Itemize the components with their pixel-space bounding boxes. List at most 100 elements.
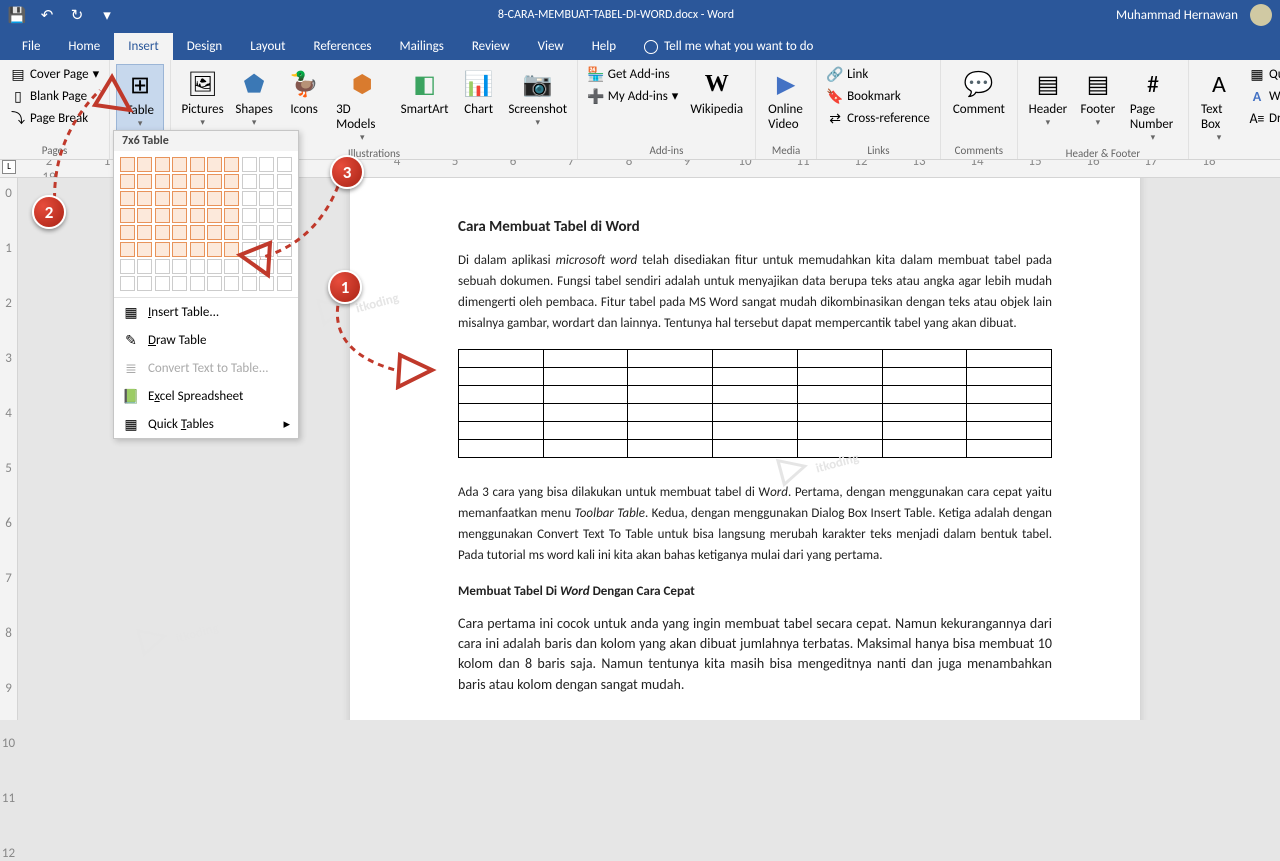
table-grid-cell[interactable]	[277, 276, 292, 291]
chart-button[interactable]: 📊Chart	[455, 64, 503, 147]
table-grid-cell[interactable]	[224, 208, 239, 223]
table-grid-cell[interactable]	[137, 208, 152, 223]
header-button[interactable]: ▤Header▾	[1024, 64, 1072, 147]
table-grid-cell[interactable]	[242, 208, 257, 223]
table-grid-cell[interactable]	[137, 276, 152, 291]
table-grid-cell[interactable]	[120, 191, 135, 206]
table-grid-cell[interactable]	[207, 157, 222, 172]
cover-page-button[interactable]: ▤Cover Page▾	[6, 64, 103, 84]
table-grid-cell[interactable]	[242, 174, 257, 189]
cross-reference-button[interactable]: ⇄Cross-reference	[823, 108, 934, 128]
drop-cap-button[interactable]: A≡Drop Cap▾	[1245, 108, 1280, 128]
table-grid-cell[interactable]	[190, 225, 205, 240]
table-grid-cell[interactable]	[259, 208, 274, 223]
table-grid-cell[interactable]	[207, 174, 222, 189]
table-grid-cell[interactable]	[224, 174, 239, 189]
avatar[interactable]	[1250, 4, 1272, 26]
table-grid-cell[interactable]	[137, 191, 152, 206]
tab-file[interactable]: File	[8, 33, 54, 60]
table-grid-cell[interactable]	[120, 276, 135, 291]
table-grid-cell[interactable]	[242, 157, 257, 172]
table-grid-cell[interactable]	[207, 208, 222, 223]
table-grid-cell[interactable]	[155, 276, 170, 291]
page-number-button[interactable]: #Page Number▾	[1124, 64, 1182, 147]
dropdown-item-4[interactable]: ▦Quick Tables▸	[114, 410, 298, 438]
table-grid-cell[interactable]	[120, 225, 135, 240]
table-grid-cell[interactable]	[172, 157, 187, 172]
table-grid-cell[interactable]	[120, 242, 135, 257]
table-grid-cell[interactable]	[155, 208, 170, 223]
table-button[interactable]: ⊞Table▾	[116, 64, 164, 134]
doc-table[interactable]	[458, 349, 1052, 458]
table-grid-cell[interactable]	[207, 242, 222, 257]
table-grid-cell[interactable]	[172, 242, 187, 257]
undo-icon[interactable]: ↶	[38, 6, 56, 24]
table-grid-cell[interactable]	[224, 259, 239, 274]
qat-dropdown-icon[interactable]: ▾	[98, 6, 116, 24]
table-grid-cell[interactable]	[155, 191, 170, 206]
smartart-button[interactable]: ◧SmartArt	[397, 64, 453, 147]
table-grid-cell[interactable]	[172, 174, 187, 189]
dropdown-item-3[interactable]: 📗Excel Spreadsheet	[114, 382, 298, 410]
tab-review[interactable]: Review	[458, 33, 524, 60]
table-grid-cell[interactable]	[224, 191, 239, 206]
blank-page-button[interactable]: ▯Blank Page	[6, 86, 103, 106]
wordart-button[interactable]: AWordArt▾	[1245, 86, 1280, 106]
table-grid-cell[interactable]	[172, 276, 187, 291]
table-grid-cell[interactable]	[120, 208, 135, 223]
quick-parts-button[interactable]: ▦Quick Parts▾	[1245, 64, 1280, 84]
table-grid-cell[interactable]	[242, 276, 257, 291]
table-grid-cell[interactable]	[190, 208, 205, 223]
table-grid-cell[interactable]	[190, 276, 205, 291]
tab-insert[interactable]: Insert	[114, 33, 173, 60]
table-grid-cell[interactable]	[242, 242, 257, 257]
table-grid-cell[interactable]	[207, 259, 222, 274]
tab-mailings[interactable]: Mailings	[386, 33, 458, 60]
get-addins-button[interactable]: 🏪Get Add-ins	[584, 64, 683, 84]
table-grid-cell[interactable]	[190, 242, 205, 257]
table-grid-cell[interactable]	[277, 259, 292, 274]
table-grid-cell[interactable]	[259, 276, 274, 291]
table-grid-cell[interactable]	[277, 242, 292, 257]
table-grid-cell[interactable]	[259, 157, 274, 172]
page[interactable]: Cara Membuat Tabel di Word Di dalam apli…	[350, 178, 1140, 720]
user-name[interactable]: Muhammad Hernawan	[1116, 8, 1238, 23]
table-grid-cell[interactable]	[190, 191, 205, 206]
tab-references[interactable]: References	[300, 33, 386, 60]
table-grid-cell[interactable]	[224, 276, 239, 291]
table-grid-cell[interactable]	[224, 225, 239, 240]
table-grid-cell[interactable]	[242, 225, 257, 240]
table-grid-cell[interactable]	[259, 225, 274, 240]
table-grid-cell[interactable]	[259, 242, 274, 257]
table-size-grid[interactable]	[114, 151, 298, 297]
tab-view[interactable]: View	[524, 33, 578, 60]
save-icon[interactable]: 💾	[8, 6, 26, 24]
page-break-button[interactable]: ⤵Page Break	[6, 108, 103, 128]
my-addins-button[interactable]: ➕My Add-ins▾	[584, 86, 683, 106]
table-grid-cell[interactable]	[259, 174, 274, 189]
link-button[interactable]: 🔗Link	[823, 64, 934, 84]
table-grid-cell[interactable]	[172, 208, 187, 223]
table-grid-cell[interactable]	[120, 259, 135, 274]
table-grid-cell[interactable]	[277, 157, 292, 172]
table-grid-cell[interactable]	[137, 174, 152, 189]
table-grid-cell[interactable]	[172, 259, 187, 274]
table-grid-cell[interactable]	[207, 225, 222, 240]
table-grid-cell[interactable]	[224, 157, 239, 172]
text-box-button[interactable]: AText Box▾	[1195, 64, 1243, 147]
table-grid-cell[interactable]	[155, 157, 170, 172]
dropdown-item-1[interactable]: ✎Draw Table	[114, 326, 298, 354]
table-grid-cell[interactable]	[190, 174, 205, 189]
screenshot-button[interactable]: 📷Screenshot▾	[505, 64, 571, 147]
wikipedia-button[interactable]: WWikipedia	[684, 64, 749, 121]
table-grid-cell[interactable]	[155, 259, 170, 274]
table-grid-cell[interactable]	[172, 191, 187, 206]
table-grid-cell[interactable]	[277, 191, 292, 206]
table-grid-cell[interactable]	[259, 191, 274, 206]
table-grid-cell[interactable]	[242, 259, 257, 274]
table-grid-cell[interactable]	[172, 225, 187, 240]
tell-me-search[interactable]: Tell me what you want to do	[630, 33, 827, 60]
table-grid-cell[interactable]	[207, 276, 222, 291]
table-grid-cell[interactable]	[137, 225, 152, 240]
table-grid-cell[interactable]	[120, 157, 135, 172]
